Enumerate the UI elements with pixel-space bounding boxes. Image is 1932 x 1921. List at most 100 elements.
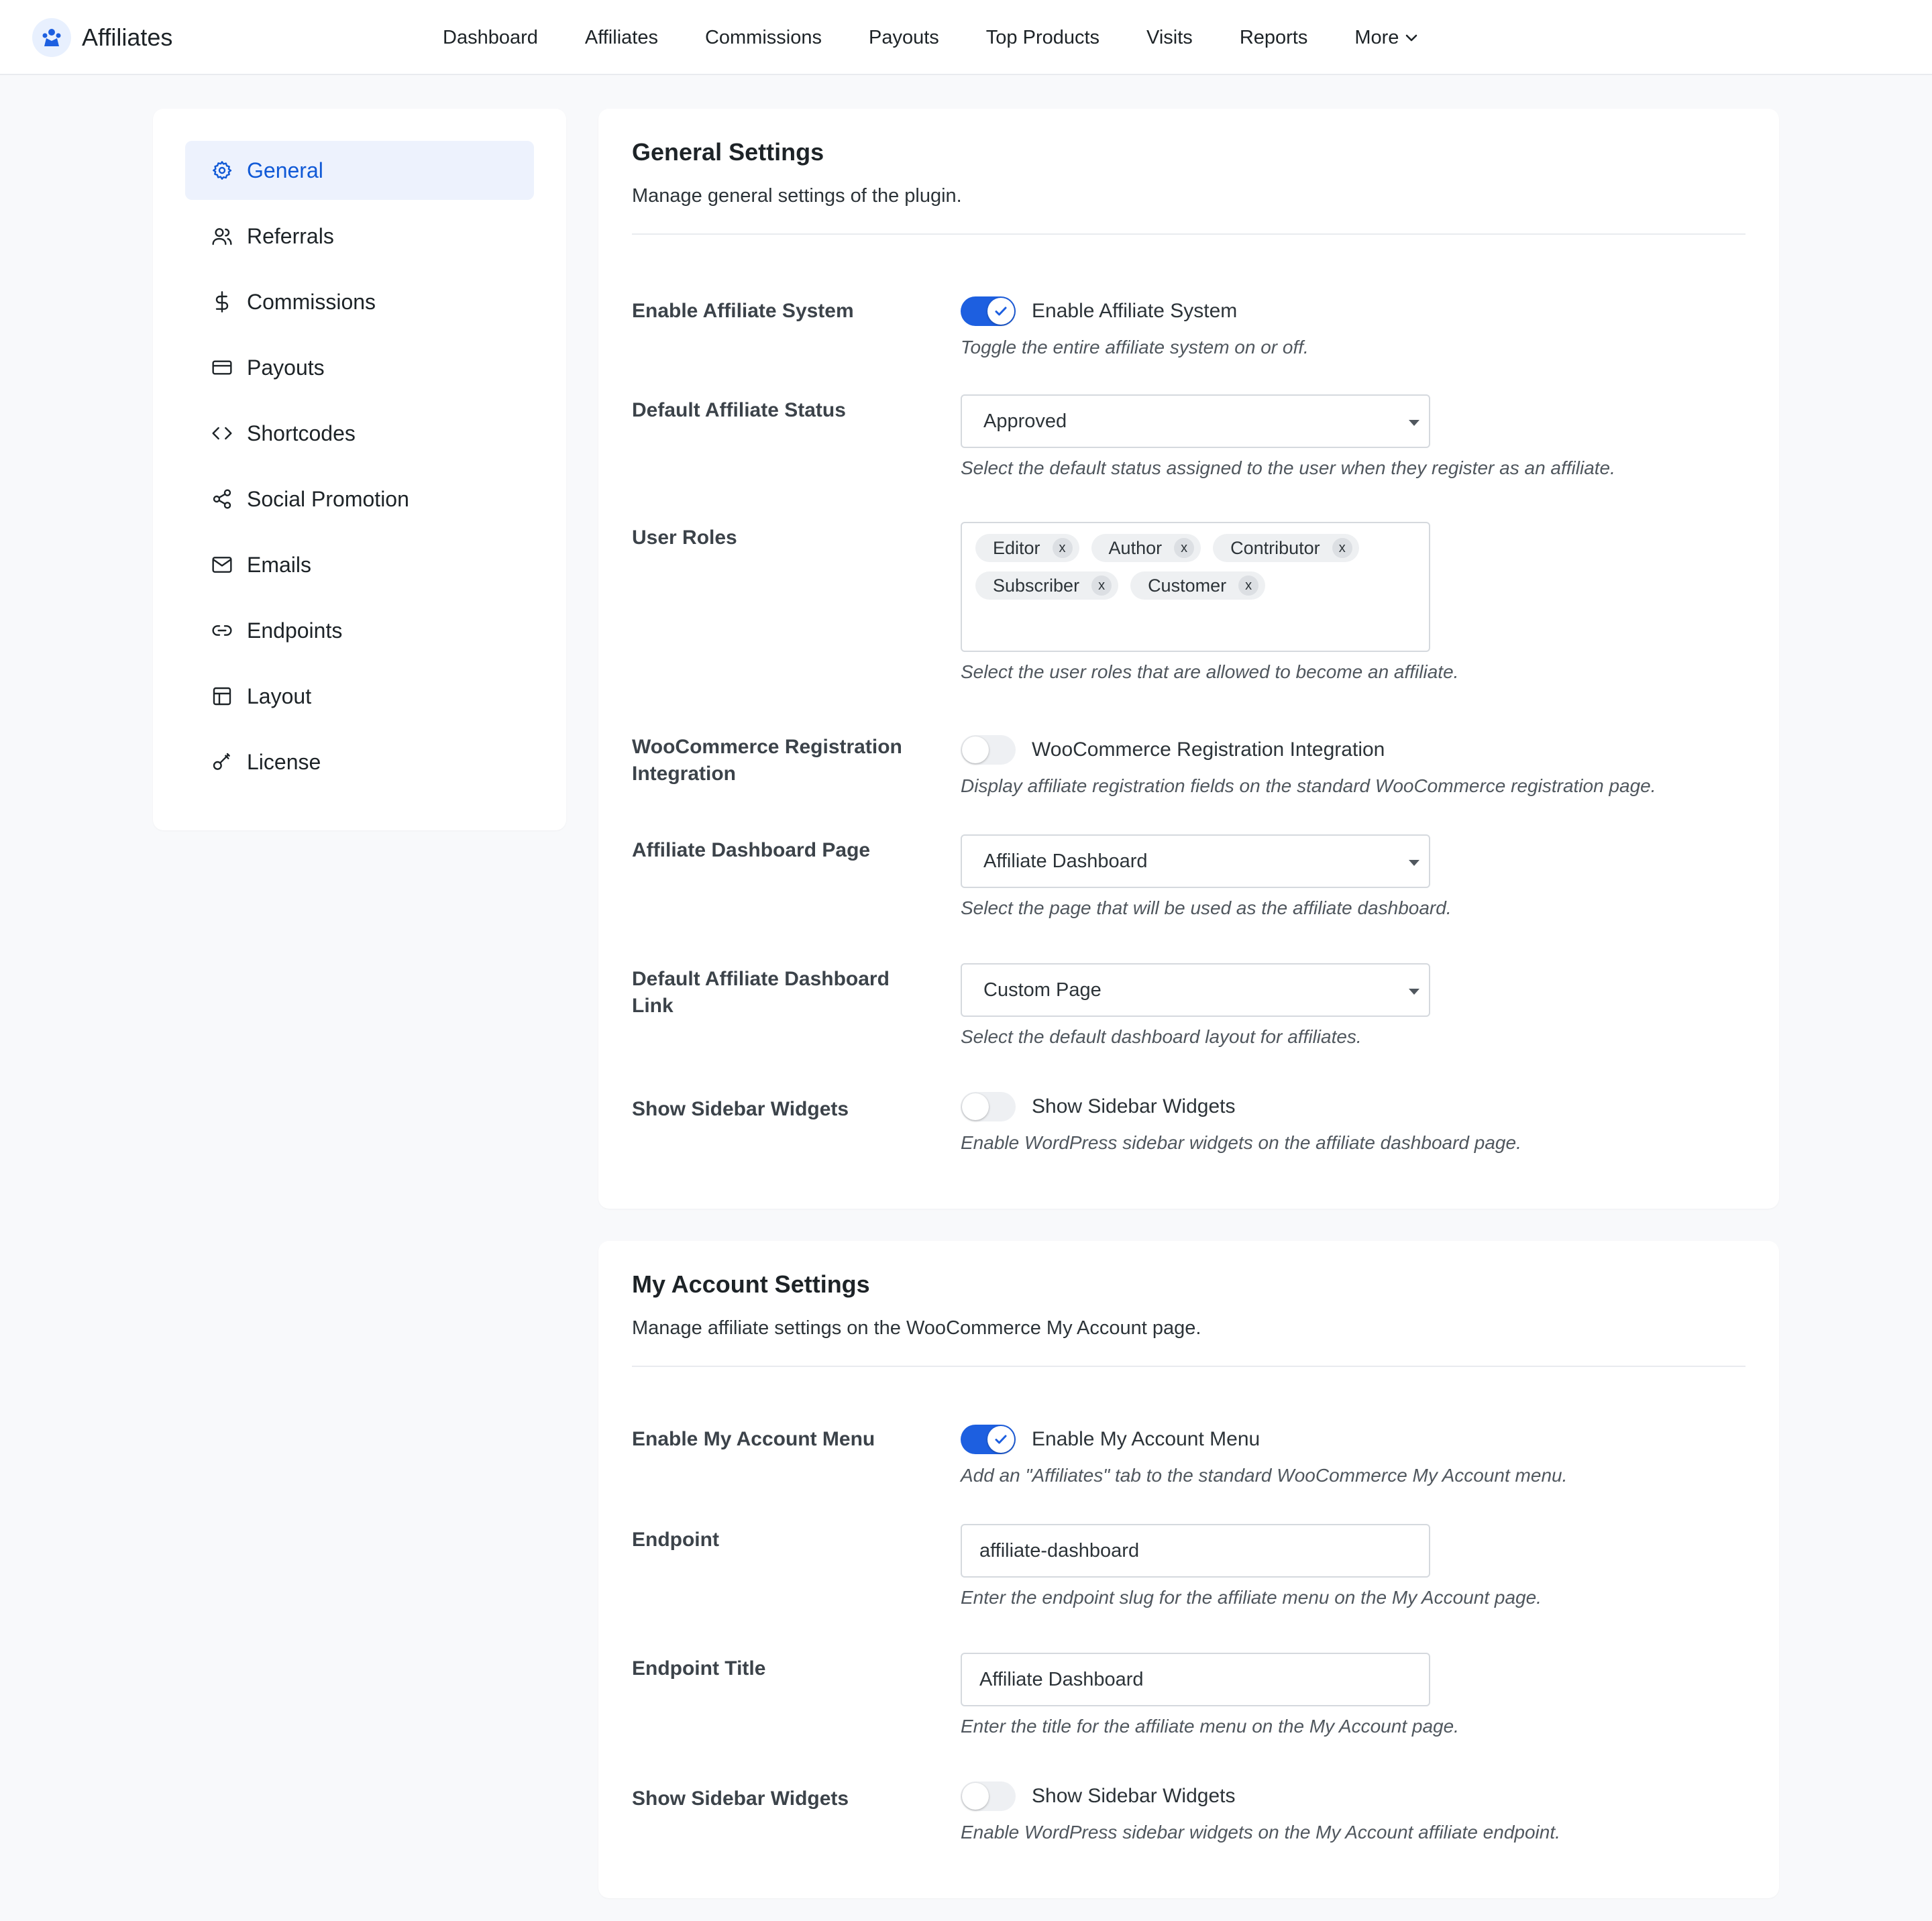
user-roles-label: User Roles (632, 527, 737, 549)
show-sidebar-widgets-label: Show Sidebar Widgets (632, 1098, 849, 1120)
user-roles-control: Editor x Author x Contributor x Subscriber x… (961, 522, 1739, 683)
endpoint-control: Enter the endpoint slug for the affiliat… (961, 1524, 1739, 1608)
remove-tag-button[interactable]: x (1174, 538, 1195, 558)
nav-affiliates[interactable]: Affiliates (585, 27, 658, 49)
key-icon (209, 749, 235, 775)
sidebar-item-label: Payouts (247, 355, 325, 380)
tag-label: Subscriber (993, 575, 1080, 596)
show-sidebar-widgets-toggle[interactable]: Show Sidebar Widgets (961, 1091, 1739, 1123)
layout-icon (209, 683, 235, 709)
account-sidebar-widgets-toggle[interactable]: Show Sidebar Widgets (961, 1780, 1739, 1812)
endpoint-field[interactable] (961, 1524, 1430, 1578)
dollar-icon (209, 289, 235, 315)
divider (632, 233, 1746, 235)
help-text: Enter the title for the affiliate menu o… (961, 1716, 1459, 1737)
role-tag: Author x (1091, 534, 1201, 562)
mail-icon (209, 552, 235, 578)
toggle-switch[interactable] (961, 1781, 1016, 1811)
affiliate-dashboard-page-select[interactable]: Affiliate Dashboard (961, 834, 1430, 888)
my-account-settings-subtitle: Manage affiliate settings on the WooComm… (632, 1317, 1201, 1339)
sidebar-item-commissions[interactable]: Commissions (185, 272, 534, 331)
role-tag: Editor x (975, 534, 1079, 562)
nav-dashboard[interactable]: Dashboard (443, 27, 538, 49)
sidebar-item-label: Shortcodes (247, 421, 356, 445)
remove-tag-button[interactable]: x (1091, 575, 1112, 596)
role-tag: Customer x (1130, 571, 1266, 600)
general-settings-title: General Settings (632, 138, 824, 166)
show-sidebar-widgets-control: Show Sidebar Widgets Enable WordPress si… (961, 1091, 1739, 1154)
toggle-text: Show Sidebar Widgets (1032, 1095, 1236, 1117)
sidebar-item-shortcodes[interactable]: Shortcodes (185, 404, 534, 463)
sidebar-item-emails[interactable]: Emails (185, 535, 534, 594)
help-text: Enable WordPress sidebar widgets on the … (961, 1822, 1560, 1843)
endpoint-title-field[interactable] (961, 1653, 1430, 1706)
endpoint-title-control: Enter the title for the affiliate menu o… (961, 1653, 1739, 1737)
nav-reports[interactable]: Reports (1240, 27, 1308, 49)
help-text: Select the page that will be used as the… (961, 897, 1452, 918)
brand-name: Affiliates (82, 23, 173, 51)
default-affiliate-status-select[interactable]: Approved (961, 394, 1430, 448)
sidebar-item-social-promotion[interactable]: Social Promotion (185, 470, 534, 529)
caret-down-icon (1409, 420, 1419, 426)
affiliate-dashboard-page-control: Affiliate Dashboard Select the page that… (961, 834, 1739, 919)
remove-tag-button[interactable]: x (1052, 538, 1073, 558)
default-affiliate-status-control: Approved Select the default status assig… (961, 394, 1739, 479)
top-bar: Affiliates Dashboard Affiliates Commissi… (0, 0, 1932, 75)
toggle-knob (962, 736, 989, 763)
sidebar-item-payouts[interactable]: Payouts (185, 338, 534, 397)
toggle-switch[interactable] (961, 296, 1016, 326)
endpoint-label: Endpoint (632, 1529, 719, 1551)
nav-payouts[interactable]: Payouts (869, 27, 939, 49)
sidebar-item-license[interactable]: License (185, 732, 534, 791)
enable-affiliate-system-label: Enable Affiliate System (632, 300, 854, 322)
role-tag: Subscriber x (975, 571, 1119, 600)
endpoint-title-label: Endpoint Title (632, 1657, 766, 1680)
toggle-knob (987, 1426, 1014, 1453)
divider (632, 1366, 1746, 1367)
nav-visits[interactable]: Visits (1146, 27, 1193, 49)
default-dashboard-link-select[interactable]: Custom Page (961, 963, 1430, 1017)
sidebar-item-label: Emails (247, 552, 312, 577)
woo-registration-label: WooCommerce Registration Integration (632, 736, 902, 785)
toggle-switch[interactable] (961, 1092, 1016, 1121)
share-icon (209, 486, 235, 512)
help-text: Toggle the entire affiliate system on or… (961, 337, 1309, 358)
sidebar-item-label: Commissions (247, 289, 376, 314)
remove-tag-button[interactable]: x (1238, 575, 1259, 596)
woo-registration-toggle[interactable]: WooCommerce Registration Integration (961, 734, 1739, 766)
help-text: Enable WordPress sidebar widgets on the … (961, 1132, 1521, 1153)
sidebar-item-layout[interactable]: Layout (185, 667, 534, 726)
toggle-switch[interactable] (961, 1425, 1016, 1454)
sidebar-item-label: Layout (247, 683, 312, 708)
general-settings-subtitle: Manage general settings of the plugin. (632, 185, 962, 207)
sidebar-item-general[interactable]: General (185, 141, 534, 200)
sidebar-item-label: License (247, 749, 321, 774)
nav-more[interactable]: More (1354, 27, 1419, 49)
nav-commissions[interactable]: Commissions (705, 27, 822, 49)
user-roles-multiselect[interactable]: Editor x Author x Contributor x Subscriber x… (961, 522, 1430, 652)
enable-affiliate-system-toggle[interactable]: Enable Affiliate System (961, 295, 1739, 327)
toggle-text: Show Sidebar Widgets (1032, 1785, 1236, 1807)
help-text: Enter the endpoint slug for the affiliat… (961, 1587, 1542, 1608)
brand[interactable]: Affiliates (32, 16, 172, 59)
chevron-down-icon (1406, 34, 1417, 42)
remove-tag-button[interactable]: x (1332, 538, 1352, 558)
sidebar-item-endpoints[interactable]: Endpoints (185, 601, 534, 660)
check-icon (995, 307, 1007, 316)
default-dashboard-link-label: Default Affiliate Dashboard Link (632, 968, 890, 1017)
main-nav: Dashboard Affiliates Commissions Payouts… (443, 19, 1419, 56)
enable-my-account-menu-toggle[interactable]: Enable My Account Menu (961, 1423, 1739, 1456)
account-sidebar-widgets-label: Show Sidebar Widgets (632, 1788, 849, 1810)
woo-registration-control: WooCommerce Registration Integration Dis… (961, 734, 1739, 797)
role-tag: Contributor x (1213, 534, 1359, 562)
nav-top-products[interactable]: Top Products (986, 27, 1099, 49)
users-icon (209, 223, 235, 249)
account-sidebar-widgets-control: Show Sidebar Widgets Enable WordPress si… (961, 1780, 1739, 1843)
nav-more-label: More (1354, 26, 1399, 48)
caret-down-icon (1409, 860, 1419, 866)
tag-label: Author (1108, 537, 1163, 558)
sidebar-item-referrals[interactable]: Referrals (185, 207, 534, 266)
toggle-switch[interactable] (961, 735, 1016, 765)
code-icon (209, 421, 235, 446)
tag-label: Contributor (1230, 537, 1320, 558)
